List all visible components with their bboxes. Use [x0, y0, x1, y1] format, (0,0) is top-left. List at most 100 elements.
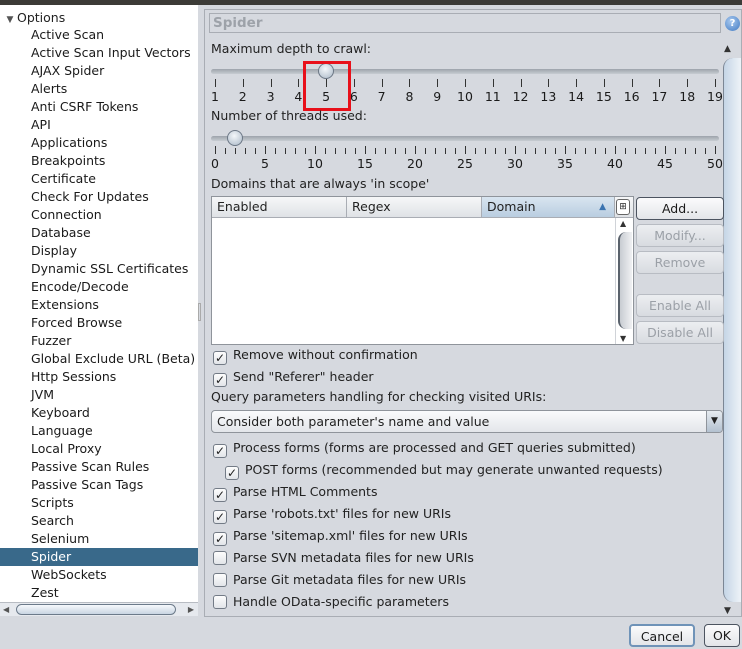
remove-button[interactable]: Remove — [636, 251, 724, 274]
tree-item[interactable]: Check For Updates — [0, 188, 198, 206]
tree-item[interactable]: Language — [0, 422, 198, 440]
option-checkbox[interactable]: Handle OData-specific parameters — [213, 593, 449, 611]
tree-item[interactable]: Selenium — [0, 530, 198, 548]
tick-label: 18 — [679, 89, 696, 104]
cancel-button[interactable]: Cancel — [629, 624, 695, 647]
tree-item[interactable]: Passive Scan Tags — [0, 476, 198, 494]
tree-item[interactable]: Spider — [0, 548, 198, 566]
tick — [381, 79, 383, 87]
slider-track[interactable] — [211, 136, 719, 141]
tree-item[interactable]: Active Scan — [0, 26, 198, 44]
query-params-dropdown[interactable]: Consider both parameter's name and value… — [211, 410, 723, 433]
unchecked-box-icon[interactable] — [213, 551, 227, 565]
option-checkbox[interactable]: Parse SVN metadata files for new URIs — [213, 549, 474, 567]
tree-item[interactable]: Database — [0, 224, 198, 242]
modify-button[interactable]: Modify... — [636, 224, 724, 247]
tree-item[interactable]: Breakpoints — [0, 152, 198, 170]
tree-item[interactable]: Display — [0, 242, 198, 260]
scrollbar-thumb[interactable] — [723, 58, 741, 602]
checkbox-icon[interactable]: ✓ — [213, 373, 227, 387]
tree-item[interactable]: JVM — [0, 386, 198, 404]
option-checkbox[interactable]: ✓ Parse 'robots.txt' files for new URIs — [213, 505, 451, 524]
tree-item[interactable]: API — [0, 116, 198, 134]
scroll-down-icon[interactable]: ▼ — [620, 334, 626, 343]
tick-label: 12 — [512, 89, 529, 104]
tree-item[interactable]: Anti CSRF Tokens — [0, 98, 198, 116]
tree-item[interactable]: Local Proxy — [0, 440, 198, 458]
unchecked-box-icon[interactable] — [213, 595, 227, 609]
tree-item[interactable]: Passive Scan Rules — [0, 458, 198, 476]
checkbox-icon[interactable]: ✓ — [213, 351, 227, 365]
minor-tick — [605, 148, 606, 154]
add-button[interactable]: Add... — [636, 197, 724, 220]
option-checkbox[interactable]: Parse Git metadata files for new URIs — [213, 571, 466, 589]
tree-item[interactable]: WebSockets — [0, 566, 198, 584]
send-referer-checkbox[interactable]: ✓ Send "Referer" header — [213, 368, 374, 387]
tree-item[interactable]: Alerts — [0, 80, 198, 98]
tick-label: 25 — [457, 156, 473, 171]
enable-all-button[interactable]: Enable All — [636, 294, 724, 317]
tick-label: 14 — [568, 89, 585, 104]
unchecked-box-icon[interactable] — [213, 573, 227, 587]
tree-item[interactable]: Search — [0, 512, 198, 530]
scrollbar-thumb[interactable] — [16, 604, 176, 615]
scroll-up-icon[interactable]: ▲ — [620, 219, 626, 228]
checked-box-icon[interactable]: ✓ — [213, 510, 227, 524]
divider-grip[interactable] — [198, 303, 201, 321]
scroll-left-icon[interactable]: ◀ — [3, 603, 9, 616]
minor-tick — [395, 148, 396, 154]
checkbox-label: Handle OData-specific parameters — [233, 594, 449, 609]
disable-all-button[interactable]: Disable All — [636, 321, 724, 344]
tree-root-options[interactable]: ▼ Options — [0, 9, 66, 27]
tree-item[interactable]: Dynamic SSL Certificates — [0, 260, 198, 278]
column-header-regex[interactable]: Regex — [347, 197, 482, 217]
checked-box-icon[interactable]: ✓ — [213, 532, 227, 546]
option-checkbox[interactable]: ✓ Parse 'sitemap.xml' files for new URIs — [213, 527, 468, 546]
tree-item[interactable]: AJAX Spider — [0, 62, 198, 80]
tree-item[interactable]: Extensions — [0, 296, 198, 314]
option-checkbox[interactable]: ✓ Parse HTML Comments — [213, 483, 377, 502]
major-tick — [565, 146, 566, 154]
dropdown-arrow-icon[interactable]: ▼ — [706, 411, 722, 432]
slider-knob[interactable] — [227, 130, 243, 146]
column-header-enabled[interactable]: Enabled — [212, 197, 347, 217]
tree-item[interactable]: Scripts — [0, 494, 198, 512]
domains-table[interactable]: Enabled Regex Domain ▲ ⊞ ▲ ▼ — [211, 196, 634, 345]
table-vertical-scrollbar[interactable]: ▲ ▼ — [615, 218, 633, 344]
tree-item[interactable]: Certificate — [0, 170, 198, 188]
scroll-down-icon[interactable]: ▼ — [724, 606, 731, 616]
tree-item[interactable]: Forced Browse — [0, 314, 198, 332]
slider-track[interactable] — [211, 69, 719, 74]
tree-item[interactable]: Connection — [0, 206, 198, 224]
column-header-domain[interactable]: Domain ▲ — [482, 197, 615, 217]
tree-item[interactable]: Fuzzer — [0, 332, 198, 350]
tree-item[interactable]: Applications — [0, 134, 198, 152]
panel-vertical-scrollbar[interactable]: ▲ ▼ — [721, 42, 741, 616]
scroll-right-icon[interactable]: ▶ — [188, 603, 194, 616]
checked-box-icon[interactable]: ✓ — [225, 466, 239, 480]
tick-label: 35 — [557, 156, 573, 171]
option-checkbox[interactable]: ✓ POST forms (recommended but may generat… — [225, 461, 663, 480]
help-icon[interactable]: ? — [725, 16, 740, 31]
remove-without-confirmation-checkbox[interactable]: ✓ Remove without confirmation — [213, 346, 418, 365]
tree-horizontal-scrollbar[interactable]: ◀ ▶ — [0, 602, 198, 616]
option-checkbox[interactable]: ✓ Process forms (forms are processed and … — [213, 439, 636, 458]
checked-box-icon[interactable]: ✓ — [213, 444, 227, 458]
tree-item[interactable]: Zest — [0, 584, 198, 602]
tick — [603, 79, 605, 87]
tree-item[interactable]: Global Exclude URL (Beta) — [0, 350, 198, 368]
tree-item[interactable]: Keyboard — [0, 404, 198, 422]
tick-label: 8 — [405, 89, 414, 104]
tick-label: 10 — [307, 156, 323, 171]
tree-item[interactable]: Active Scan Input Vectors — [0, 44, 198, 62]
tick-label: 15 — [357, 156, 373, 171]
scrollbar-thumb[interactable] — [618, 232, 632, 329]
tree-item[interactable]: Http Sessions — [0, 368, 198, 386]
tick-label: 11 — [484, 89, 501, 104]
scroll-up-icon[interactable]: ▲ — [724, 44, 731, 54]
ok-button[interactable]: OK — [704, 624, 740, 647]
minor-tick — [505, 148, 506, 154]
checked-box-icon[interactable]: ✓ — [213, 488, 227, 502]
tree-item[interactable]: Encode/Decode — [0, 278, 198, 296]
column-chooser-icon[interactable]: ⊞ — [616, 199, 630, 215]
